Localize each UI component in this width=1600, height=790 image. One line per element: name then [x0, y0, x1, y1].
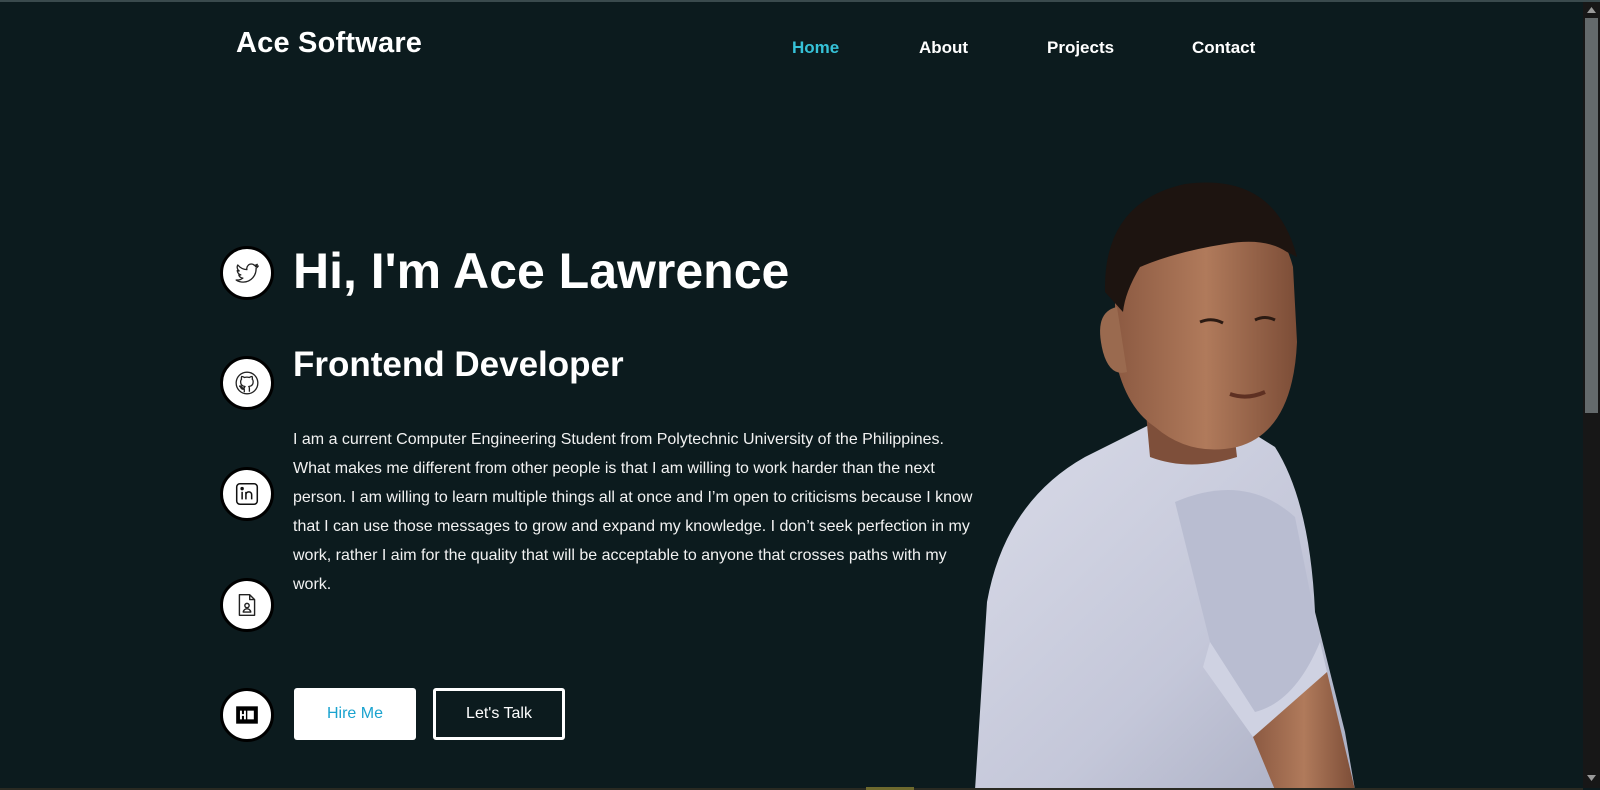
twitter-icon — [235, 263, 259, 283]
nav-home[interactable]: Home — [792, 38, 839, 58]
profile-photo — [975, 182, 1355, 790]
nav-projects[interactable]: Projects — [1047, 38, 1114, 58]
page: Ace Software Home About Projects Contact — [0, 2, 1583, 790]
hire-me-button[interactable]: Hire Me — [294, 688, 416, 740]
linkedin-icon — [235, 482, 259, 506]
scrollbar-thumb[interactable] — [1585, 18, 1598, 413]
lets-talk-button[interactable]: Let's Talk — [433, 688, 565, 740]
nav-contact[interactable]: Contact — [1192, 38, 1255, 58]
hero-role: Frontend Developer — [293, 345, 624, 384]
nav-about[interactable]: About — [919, 38, 968, 58]
twitter-link[interactable] — [220, 246, 274, 300]
resume-link[interactable] — [220, 578, 274, 632]
main-nav: Home About Projects Contact — [0, 38, 1583, 62]
hero-bio: I am a current Computer Engineering Stud… — [293, 431, 973, 593]
scroll-up-icon[interactable] — [1587, 6, 1596, 14]
github-icon — [235, 371, 259, 395]
github-link[interactable] — [220, 356, 274, 410]
resume-icon — [238, 594, 256, 616]
linkedin-link[interactable] — [220, 467, 274, 521]
vertical-scrollbar[interactable] — [1583, 2, 1600, 788]
scroll-down-icon[interactable] — [1587, 774, 1596, 782]
hackerrank-link[interactable] — [220, 688, 274, 742]
hackerrank-icon — [236, 706, 258, 724]
hero-greeting: Hi, I'm Ace Lawrence — [293, 243, 790, 299]
